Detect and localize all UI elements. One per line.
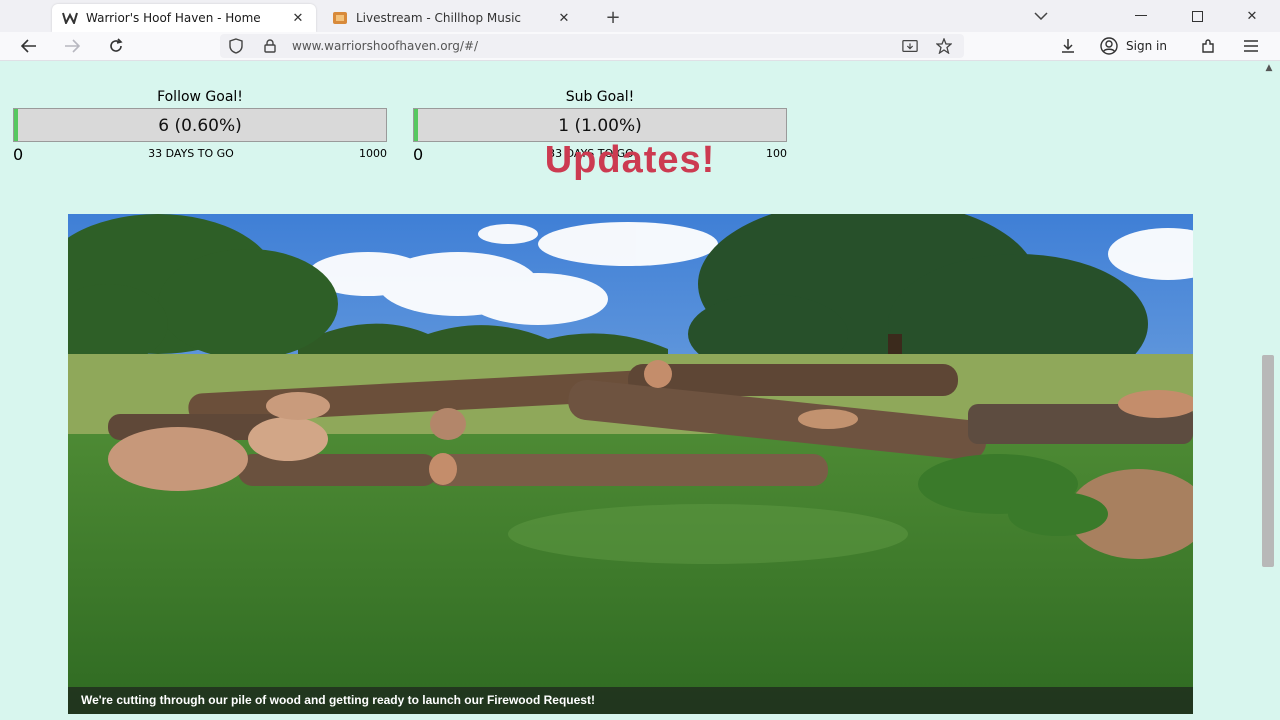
lock-icon[interactable] xyxy=(262,38,278,54)
sign-in-button[interactable]: Sign in xyxy=(1100,35,1167,57)
firewood-pile-image xyxy=(68,214,1193,714)
sub-goal-progress-bar: 1 (1.00%) xyxy=(413,108,787,142)
follow-goal-days-left: 33 DAYS TO GO xyxy=(148,147,234,160)
scrollbar-thumb[interactable] xyxy=(1262,355,1274,567)
follow-goal-title: Follow Goal! xyxy=(157,89,243,105)
minimize-icon[interactable] xyxy=(1127,4,1155,28)
back-arrow-icon[interactable] xyxy=(17,35,41,57)
hamburger-menu-icon[interactable] xyxy=(1239,35,1263,57)
navigation-toolbar: www.warriorshoofhaven.org/#/ Sign in xyxy=(0,32,1280,61)
shield-icon[interactable] xyxy=(228,38,244,54)
vertical-scrollbar[interactable]: ▲ xyxy=(1258,61,1280,720)
tab-strip: Warrior's Hoof Haven - Home ✕ Livestream… xyxy=(0,0,1280,32)
close-tab-icon[interactable]: ✕ xyxy=(556,10,572,26)
new-tab-icon[interactable]: + xyxy=(602,6,624,28)
updates-heading: Updates! xyxy=(544,139,716,181)
bookmark-star-icon[interactable] xyxy=(936,38,952,54)
account-icon xyxy=(1100,37,1118,55)
follow-goal-progress-bar: 6 (0.60%) xyxy=(13,108,387,142)
w-logo-icon xyxy=(62,10,78,26)
reader-view-icon[interactable] xyxy=(902,38,918,54)
maximize-icon[interactable] xyxy=(1183,4,1211,28)
close-window-icon[interactable]: ✕ xyxy=(1238,4,1266,28)
forward-arrow-icon[interactable] xyxy=(60,35,84,57)
scroll-up-arrow-icon[interactable]: ▲ xyxy=(1264,63,1274,73)
extensions-icon[interactable] xyxy=(1196,35,1220,57)
reload-icon[interactable] xyxy=(104,35,128,57)
address-bar[interactable]: www.warriorshoofhaven.org/#/ xyxy=(220,34,964,58)
tab-title: Livestream - Chillhop Music xyxy=(356,11,522,25)
sub-goal-value: 1 (1.00%) xyxy=(558,116,642,136)
photo-caption-bar: We're cutting through our pile of wood a… xyxy=(68,687,1193,714)
follow-goal-value: 6 (0.60%) xyxy=(158,116,242,136)
chillhop-logo-icon xyxy=(332,10,348,26)
downloads-icon[interactable] xyxy=(1056,35,1080,57)
tab-warriors-hoof-haven[interactable]: Warrior's Hoof Haven - Home ✕ xyxy=(52,4,316,32)
follow-goal-max: 1000 xyxy=(359,147,387,160)
page-content: Follow Goal! 6 (0.60%) 0 33 DAYS TO GO 1… xyxy=(0,61,1258,720)
tab-title: Warrior's Hoof Haven - Home xyxy=(86,11,261,25)
chevron-down-icon[interactable] xyxy=(1032,8,1050,24)
photo-caption: We're cutting through our pile of wood a… xyxy=(81,693,595,707)
sub-goal-title: Sub Goal! xyxy=(565,89,635,105)
follow-goal-widget: Follow Goal! 6 (0.60%) 0 33 DAYS TO GO 1… xyxy=(13,89,387,169)
url-text[interactable]: www.warriorshoofhaven.org/#/ xyxy=(292,39,478,53)
update-photo[interactable]: We're cutting through our pile of wood a… xyxy=(68,214,1193,714)
close-tab-icon[interactable]: ✕ xyxy=(290,10,306,26)
sign-in-label: Sign in xyxy=(1126,39,1167,53)
tab-chillhop-livestream[interactable]: Livestream - Chillhop Music ✕ xyxy=(322,4,582,32)
